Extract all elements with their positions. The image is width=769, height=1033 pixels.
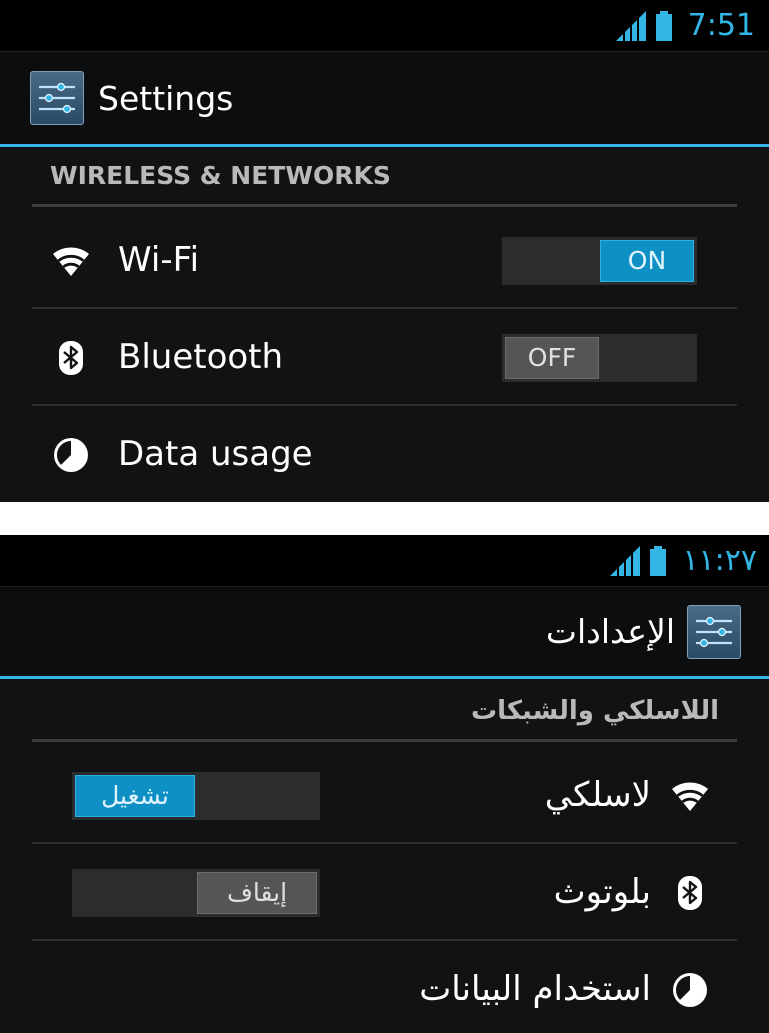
settings-screen-arabic: ١١:٢٧ الإعدادات اللاسلكي والشبكات لاسلكي… [0,535,769,1033]
status-clock: ١١:٢٧ [682,543,757,578]
bluetooth-label: Bluetooth [118,337,284,377]
status-bar: ١١:٢٧ [0,535,769,587]
data-usage-label: Data usage [118,434,313,474]
action-bar: Settings [0,52,769,147]
bluetooth-toggle[interactable]: OFF [502,334,697,382]
list-item-bluetooth[interactable]: Bluetooth OFF [32,309,737,406]
wifi-label: لاسلكي [544,775,651,815]
status-clock: 7:51 [687,8,755,43]
wifi-toggle[interactable]: تشغيل [72,772,320,820]
data-usage-icon [52,436,90,474]
wifi-toggle-thumb: تشغيل [75,775,195,817]
bluetooth-label: بلوتوث [553,872,651,912]
bluetooth-icon [671,874,709,912]
list-item-data-usage[interactable]: Data usage [32,406,737,502]
data-usage-icon [671,971,709,1009]
settings-screen-english: 7:51 Settings WIRELESS & NETWORKS Wi-Fi … [0,0,769,502]
signal-icon [610,545,641,576]
wifi-toggle-thumb: ON [600,240,694,282]
list-item-wifi[interactable]: Wi-Fi ON [32,212,737,309]
list-item-data-usage[interactable]: استخدام البيانات [32,941,737,1033]
battery-icon [655,10,672,41]
section-header-wireless: WIRELESS & NETWORKS [32,147,737,207]
bluetooth-toggle-thumb: OFF [505,337,599,379]
bluetooth-toggle[interactable]: إيقاف [72,869,320,917]
data-usage-label: استخدام البيانات [419,969,651,1009]
wifi-icon [52,242,90,280]
bluetooth-icon [52,339,90,377]
wifi-label: Wi-Fi [118,240,200,280]
settings-app-icon[interactable] [687,604,741,659]
bluetooth-toggle-thumb: إيقاف [197,872,317,914]
list-item-bluetooth[interactable]: بلوتوث إيقاف [32,844,737,941]
section-header-wireless: اللاسلكي والشبكات [32,682,737,742]
list-item-wifi[interactable]: لاسلكي تشغيل [32,747,737,844]
signal-icon [615,10,646,41]
status-bar: 7:51 [0,0,769,52]
wifi-toggle[interactable]: ON [502,237,697,285]
page-title: الإعدادات [545,612,675,651]
page-title: Settings [98,78,234,118]
settings-app-icon[interactable] [30,71,84,125]
battery-icon [650,545,667,576]
action-bar: الإعدادات [0,587,769,679]
wifi-icon [671,777,709,815]
